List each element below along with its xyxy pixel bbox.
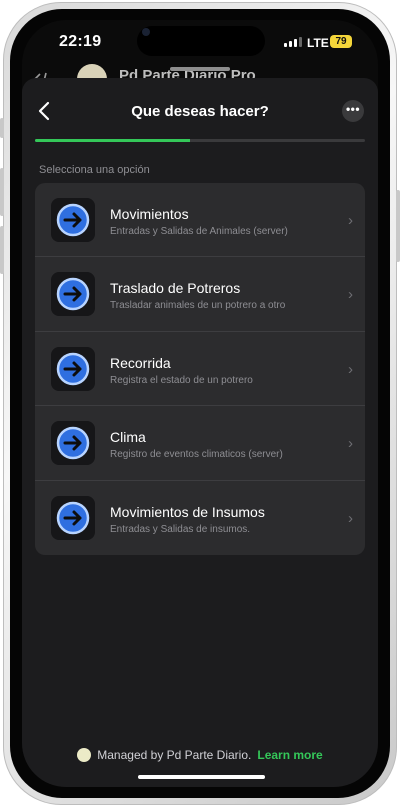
signal-icon <box>284 36 302 47</box>
status-time: 22:19 <box>59 33 102 50</box>
option-movimientos[interactable]: Movimientos Entradas y Salidas de Animal… <box>35 183 365 258</box>
arrow-right-circle-icon <box>51 495 95 540</box>
option-subtitle: Registro de eventos climaticos (server) <box>110 449 283 461</box>
option-subtitle: Entradas y Salidas de Animales (server) <box>110 226 288 237</box>
footer: Managed by Pd Parte Diario. Learn more <box>22 748 378 762</box>
option-subtitle: Entradas y Salidas de insumos. <box>110 523 251 535</box>
arrow-right-circle-icon <box>51 421 95 466</box>
network-label: LTE <box>307 36 329 50</box>
chevron-right-icon: › <box>348 509 353 527</box>
arrow-right-circle-icon <box>51 198 95 242</box>
power-button <box>396 190 400 262</box>
chevron-right-icon: › <box>348 435 353 453</box>
screen: 22:19 LTE 79 Pd Parte Diario Pro Que des… <box>22 20 378 787</box>
home-indicator[interactable] <box>138 775 265 779</box>
managed-by-text: Managed by Pd Parte Diario. <box>97 748 252 762</box>
arrow-right-circle-icon <box>51 272 95 317</box>
option-movimientos-de-insumos[interactable]: Movimientos de Insumos Entradas y Salida… <box>35 481 365 555</box>
option-subtitle: Registra el estado de un potrero <box>110 374 253 386</box>
progress-bar <box>35 139 365 142</box>
chevron-right-icon: › <box>348 212 353 229</box>
more-options-button[interactable]: ••• <box>342 100 364 122</box>
option-clima[interactable]: Clima Registro de eventos climaticos (se… <box>35 406 365 481</box>
chevron-right-icon: › <box>348 360 353 378</box>
arrow-right-circle-icon <box>51 346 95 391</box>
camera-dot <box>142 28 150 36</box>
option-list: Movimientos Entradas y Salidas de Animal… <box>35 183 365 555</box>
sheet-title: Que deseas hacer? <box>131 103 269 120</box>
learn-more-link[interactable]: Learn more <box>257 748 322 762</box>
option-title: Clima <box>110 429 146 446</box>
option-title: Recorrida <box>110 354 171 371</box>
option-traslado-de-potreros[interactable]: Traslado de Potreros Trasladar animales … <box>35 257 365 332</box>
section-label: Selecciona una opción <box>39 164 150 176</box>
dynamic-island <box>137 26 265 56</box>
option-recorrida[interactable]: Recorrida Registra el estado de un potre… <box>35 332 365 407</box>
option-title: Traslado de Potreros <box>110 280 241 297</box>
mute-switch <box>0 118 4 138</box>
volume-up-button <box>0 168 4 216</box>
battery-icon: 79 <box>330 35 352 48</box>
sheet-grabber[interactable] <box>170 67 230 71</box>
chevron-right-icon: › <box>348 286 353 304</box>
option-title: Movimientos <box>110 206 189 222</box>
progress-fill <box>35 139 191 142</box>
volume-down-button <box>0 226 4 274</box>
option-subtitle: Trasladar animales de un potrero a otro <box>110 300 286 312</box>
app-logo-icon <box>77 748 92 762</box>
action-sheet: Que deseas hacer? ••• Selecciona una opc… <box>22 67 378 787</box>
option-title: Movimientos de Insumos <box>110 503 265 520</box>
